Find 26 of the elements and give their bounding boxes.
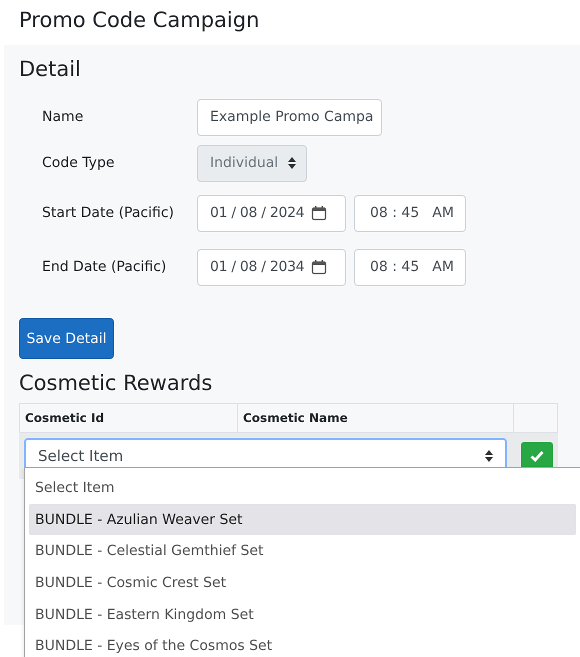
field-label: End Date (Pacific) xyxy=(41,259,168,275)
dropdown-option[interactable]: BUNDLE - Eyes of the Cosmos Set xyxy=(29,630,576,657)
date-field[interactable]: 01 / 08 / 2034 xyxy=(197,248,346,286)
save-button[interactable]: Save Detail xyxy=(19,318,114,359)
dropdown-option[interactable]: Select Item xyxy=(29,472,576,504)
dropdown-option[interactable]: BUNDLE - Azulian Weaver Set xyxy=(29,504,576,536)
dropdown-option[interactable]: BUNDLE - Cosmic Crest Set xyxy=(29,567,576,599)
field-label: Start Date (Pacific) xyxy=(41,205,175,221)
name-field[interactable]: Example Promo Campa xyxy=(197,98,382,136)
page-title: Promo Code Campaign xyxy=(18,7,260,34)
check-icon xyxy=(530,450,544,462)
field-label: Code Type xyxy=(41,155,116,171)
section-heading: Detail xyxy=(19,56,81,83)
section-heading: Cosmetic Rewards xyxy=(19,370,212,397)
date-field[interactable]: 01 / 08 / 2024 xyxy=(197,194,346,232)
calendar-icon[interactable] xyxy=(311,205,328,221)
stepper-icon xyxy=(288,157,296,169)
field-label: Name xyxy=(41,109,84,125)
column-header: Cosmetic Name xyxy=(238,404,514,432)
time-field[interactable]: 08 : 45 AM xyxy=(354,248,466,286)
stepper-icon xyxy=(485,450,493,462)
calendar-icon[interactable] xyxy=(311,259,328,275)
dropdown-option[interactable]: BUNDLE - Eastern Kingdom Set xyxy=(29,598,576,630)
column-header: Cosmetic Id xyxy=(20,404,238,432)
dropdown-option[interactable]: BUNDLE - Celestial Gemthief Set xyxy=(29,535,576,568)
time-field[interactable]: 08 : 45 AM xyxy=(354,194,466,232)
